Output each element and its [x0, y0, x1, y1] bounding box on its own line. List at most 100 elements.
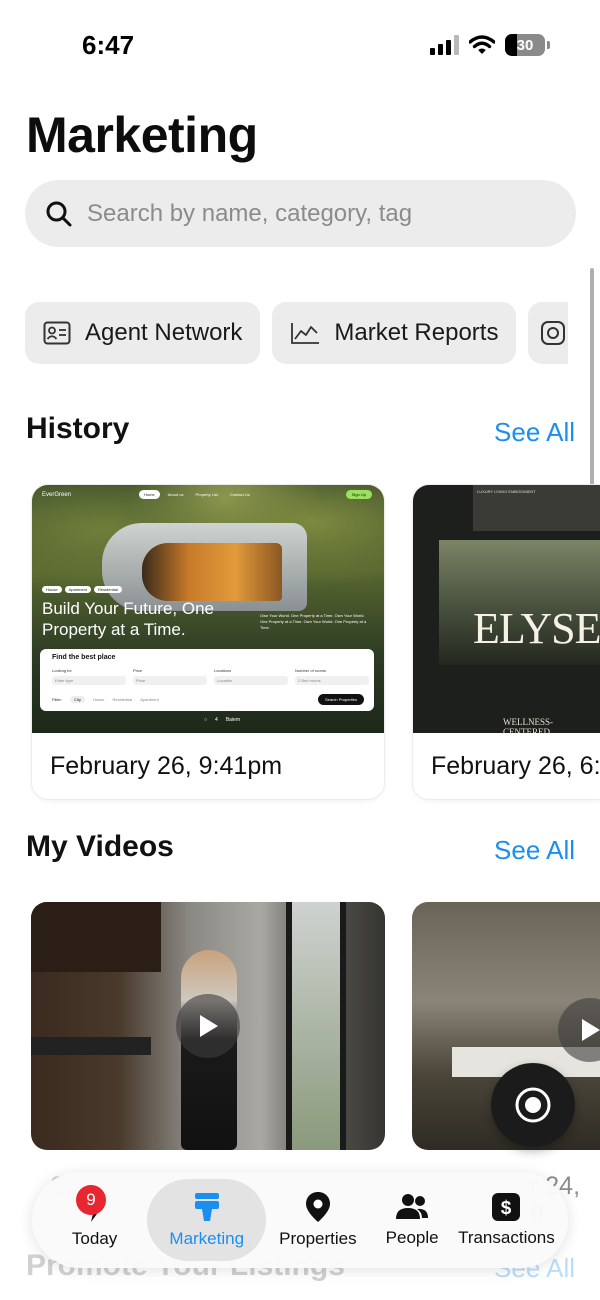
tab-today[interactable]: 9 Today [42, 1179, 147, 1261]
status-icons: 30 [430, 34, 550, 56]
window-frame [286, 902, 346, 1150]
history-see-all-link[interactable]: See All [494, 417, 575, 448]
instagram-icon [541, 321, 566, 345]
kitchen-cabinets [31, 902, 161, 972]
preview-field-input: Enter type [52, 676, 126, 685]
section-title-my-videos: My Videos [26, 830, 174, 863]
preview-brand: EverGreen [42, 492, 72, 498]
preview-caption: LUXURY LIVING EMBODIMENT [477, 489, 536, 494]
chip-label: Agent Network [85, 319, 243, 346]
preview-field: Looking for Enter type [52, 668, 126, 685]
preview-filter-label: Filter: [52, 697, 62, 702]
preview-filter: City [70, 696, 85, 703]
tab-transactions[interactable]: $ Transactions [455, 1179, 558, 1261]
status-bar: 6:47 30 [0, 0, 600, 90]
preview-blurb: Own Your World. One Property at a Time. … [260, 613, 367, 630]
preview-subhead: WELLNESS-CENTERED [503, 717, 553, 733]
website-preview-evergreen: EverGreen Home About us Property List Co… [32, 485, 384, 733]
dollar-icon: $ [492, 1193, 521, 1221]
svg-text:$: $ [501, 1198, 512, 1219]
house-window [142, 543, 282, 601]
preview-field: Locations Location [214, 668, 288, 685]
wifi-icon [469, 35, 495, 54]
battery-level: 30 [516, 36, 534, 54]
preview-filter: Residential [112, 697, 133, 702]
preview-field-input: 2 Bed rooms [295, 676, 369, 685]
tab-people[interactable]: People [369, 1179, 454, 1261]
preview-footer-dropdown: Baiem [225, 717, 240, 723]
tab-properties[interactable]: Properties [266, 1179, 369, 1261]
preview-tag: Residential [94, 586, 122, 593]
preview-nav-contact: Contact Us [229, 492, 250, 497]
kitchen-counter [31, 1037, 151, 1055]
preview-field-label: Locations [214, 668, 232, 673]
video-thumbnail[interactable] [31, 902, 385, 1150]
megaphone-icon [194, 1193, 219, 1221]
preview-tag: Apartment [64, 586, 92, 593]
preview-footer-count: 4 [215, 717, 218, 723]
search-icon [46, 201, 72, 226]
preview-nav: Home About us Property List Contact Us [139, 490, 254, 499]
battery-icon: 30 [505, 34, 545, 56]
tab-label: Today [71, 1229, 118, 1248]
scrollbar[interactable] [590, 268, 594, 488]
chip-label: Market Reports [334, 319, 499, 346]
preview-footer: ○ 4 Baiem [204, 717, 240, 723]
preview-headline: ELYSE [473, 604, 600, 653]
preview-search-form: Find the best place Looking for Enter typ… [40, 649, 374, 711]
history-date: February 26, 6: [431, 751, 600, 780]
preview-tag: House [42, 586, 62, 593]
map-pin-icon [305, 1192, 330, 1222]
status-time: 6:47 [82, 30, 135, 60]
preview-nav-home: Home [139, 490, 160, 499]
preview-field-label: Price [133, 668, 143, 673]
category-chips: Agent Network Market Reports [25, 302, 600, 364]
play-icon [200, 1015, 218, 1037]
battery-tip [547, 41, 550, 49]
cellular-signal-icon [430, 35, 459, 55]
videos-see-all-link[interactable]: See All [494, 835, 575, 866]
tab-label: Transactions [458, 1228, 555, 1247]
tab-marketing[interactable]: Marketing [147, 1179, 267, 1261]
contact-card-icon [43, 321, 71, 345]
preview-headline: Build Your Future, One Property at a Tim… [42, 599, 215, 639]
preview-nav-list: Property List [195, 492, 218, 497]
preview-form-title: Find the best place [52, 654, 116, 661]
search-bar[interactable] [25, 180, 576, 247]
search-input[interactable] [87, 199, 547, 228]
chip-market-reports[interactable]: Market Reports [272, 302, 517, 364]
preview-field: Price Price [133, 668, 207, 685]
website-preview-elyse: LUXURY LIVING EMBODIMENT ELYSE WELLNESS-… [413, 485, 600, 733]
chip-instagram[interactable] [528, 302, 569, 364]
notification-badge: 9 [76, 1185, 106, 1215]
preview-field-label: Number of rooms [295, 668, 326, 673]
record-icon [515, 1087, 551, 1123]
preview-field-label: Looking for [52, 668, 72, 673]
history-card[interactable]: LUXURY LIVING EMBODIMENT ELYSE WELLNESS-… [413, 485, 600, 799]
preview-field-input: Price [133, 676, 207, 685]
play-icon [582, 1019, 600, 1041]
tab-label: People [385, 1228, 439, 1247]
history-date: February 26, 9:41pm [50, 751, 283, 780]
preview-filter: House [92, 697, 105, 702]
preview-signup: Sign Up [345, 490, 372, 499]
preview-tags: House Apartment Residential [42, 586, 122, 593]
page-title: Marketing [26, 107, 258, 163]
play-button[interactable] [176, 994, 240, 1058]
section-title-history: History [26, 412, 130, 445]
history-card[interactable]: EverGreen Home About us Property List Co… [32, 485, 384, 799]
tab-label: Properties [279, 1229, 357, 1248]
tab-bar: 9 Today Marketing Properties People $ Tr [32, 1172, 568, 1268]
chip-agent-network[interactable]: Agent Network [25, 302, 261, 364]
tab-label: Marketing [169, 1229, 245, 1248]
preview-fields: Looking for Enter type Price Price Locatio… [52, 668, 369, 685]
preview-nav-about: About us [167, 492, 184, 497]
line-chart-icon [291, 323, 320, 344]
people-icon [396, 1194, 429, 1219]
preview-field: Number of rooms 2 Bed rooms [295, 668, 369, 685]
record-button[interactable] [491, 1063, 575, 1147]
preview-footer-search-icon: ○ [204, 717, 208, 723]
preview-filter: Apartment [140, 697, 159, 702]
preview-field-input: Location [214, 676, 288, 685]
preview-search-button: Search Properties [317, 694, 364, 705]
